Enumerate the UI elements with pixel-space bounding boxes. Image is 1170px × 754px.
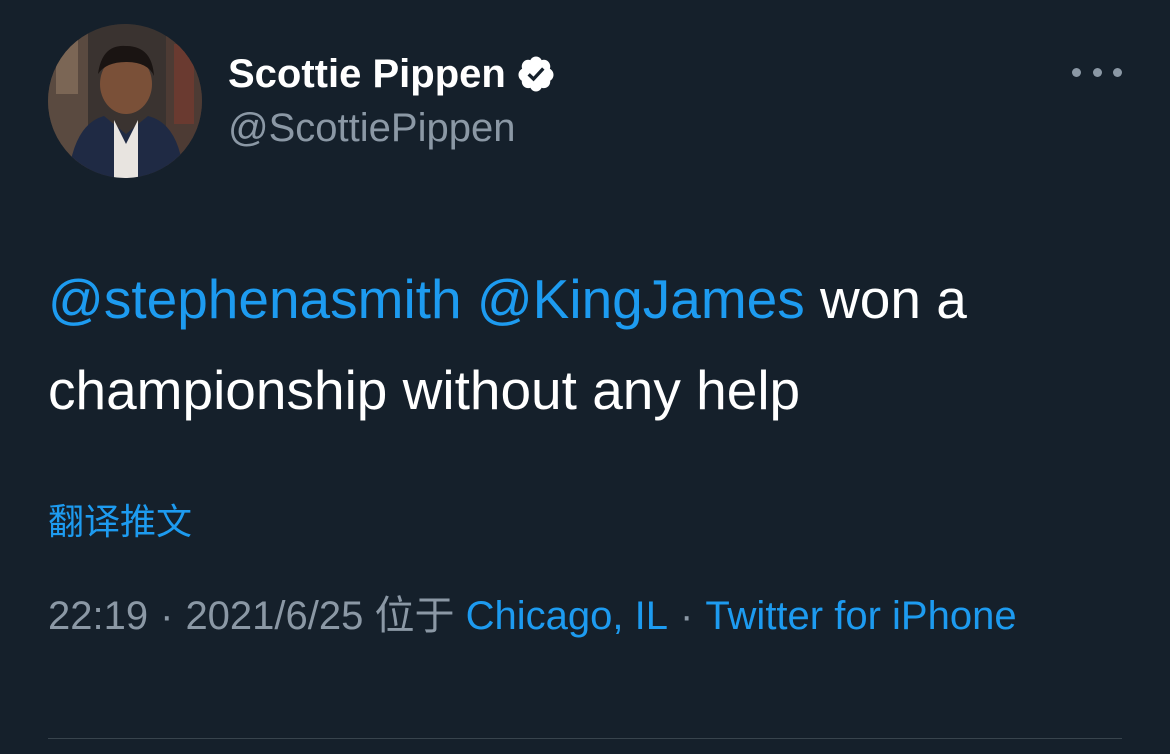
dot	[1113, 67, 1122, 77]
tweet-time: 22:19	[48, 594, 149, 638]
separator: ·	[679, 594, 694, 638]
separator: ·	[160, 594, 174, 638]
tweet-meta: 22:19 · 2021/6/25 位于 Chicago, IL · Twitter f…	[48, 586, 1068, 646]
tweet-text: @stephenasmith @KingJames won a champion…	[48, 254, 1128, 436]
dot	[1072, 67, 1081, 77]
user-handle[interactable]: @ScottiePippen	[228, 104, 556, 152]
mention-link[interactable]: @KingJames	[477, 268, 805, 330]
tweet-date: 2021/6/25	[185, 594, 364, 638]
divider	[48, 738, 1122, 739]
source-link[interactable]: Twitter for iPhone	[705, 594, 1016, 638]
translate-tweet-link[interactable]: 翻译推文	[48, 500, 192, 544]
location-link[interactable]: Chicago, IL	[466, 594, 668, 638]
dot	[1092, 67, 1102, 77]
mention-link[interactable]: @stephenasmith	[48, 268, 462, 330]
location-prefix: 位于	[374, 594, 455, 638]
more-options-icon[interactable]	[1072, 60, 1122, 84]
name-block: Scottie Pippen @ScottiePippen	[228, 50, 556, 152]
verified-badge-icon	[518, 56, 554, 92]
display-name[interactable]: Scottie Pippen	[228, 50, 506, 98]
avatar[interactable]	[48, 24, 202, 178]
avatar-image	[48, 24, 202, 178]
tweet-detail: Scottie Pippen @ScottiePippen @stephenas…	[0, 0, 1170, 754]
tweet-header: Scottie Pippen @ScottiePippen	[48, 24, 1122, 180]
name-row: Scottie Pippen	[228, 50, 556, 98]
